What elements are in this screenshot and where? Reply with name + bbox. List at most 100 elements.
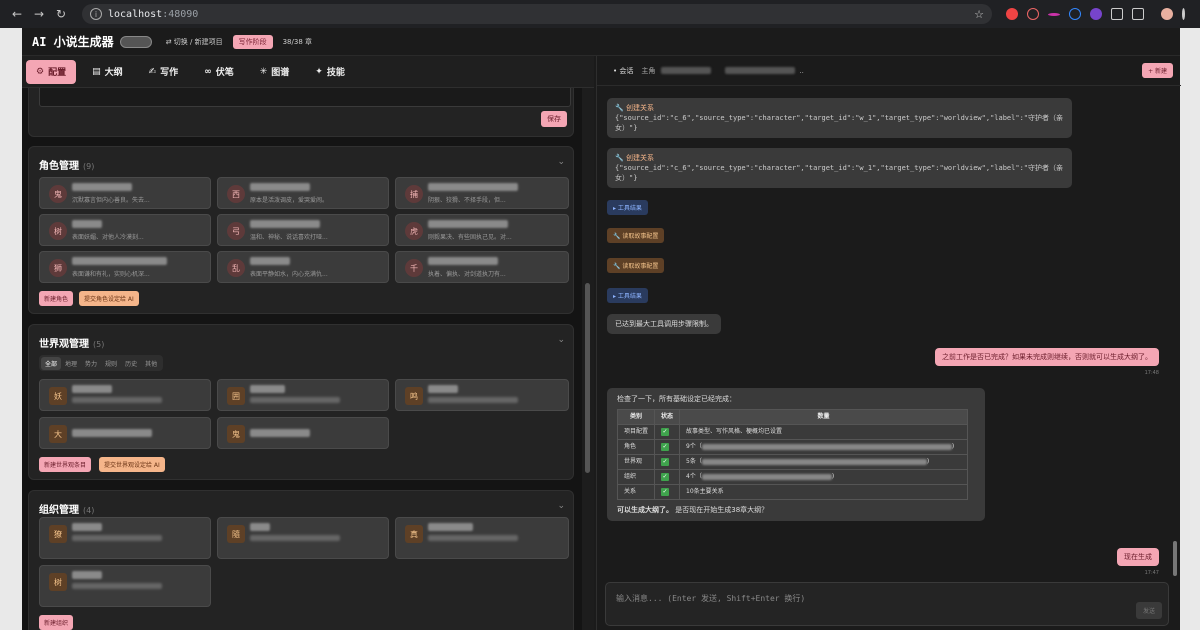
extension-icon[interactable] bbox=[1048, 12, 1060, 16]
chevron-down-icon[interactable]: ⌄ bbox=[557, 501, 565, 511]
worldview-card[interactable]: 妖 bbox=[39, 379, 211, 411]
character-desc: 沉默寡言但内心善良。失去... bbox=[72, 197, 150, 204]
table-cell: 世界观 bbox=[616, 454, 656, 470]
avatar: 鬼 bbox=[227, 425, 245, 443]
table-header: 状态 bbox=[654, 409, 681, 425]
tool-result-toggle[interactable]: ▸ 工具结果 bbox=[607, 288, 648, 303]
wrench-icon: 🔧 bbox=[615, 104, 626, 112]
character-card[interactable]: 树表面妖媚、对他人冷漠刻... bbox=[39, 214, 211, 246]
reload-icon[interactable]: ↻ bbox=[52, 5, 70, 23]
back-icon[interactable]: ← bbox=[8, 5, 26, 23]
table-cell: ✓ bbox=[654, 454, 681, 470]
chevron-down-icon[interactable]: ⌄ bbox=[557, 157, 565, 167]
message-input[interactable]: 输入消息... (Enter 发送, Shift+Enter 换行) 发送 bbox=[605, 582, 1169, 626]
save-button[interactable]: 保存 bbox=[541, 111, 567, 127]
tab-label: 技能 bbox=[326, 68, 345, 78]
table-row: 组织 ✓ 4个（) bbox=[616, 469, 969, 485]
worldview-card[interactable]: 鸣 bbox=[395, 379, 569, 411]
section-title: 组织管理 (4) bbox=[39, 501, 94, 516]
worldview-card[interactable]: 囲 bbox=[217, 379, 389, 411]
character-section: 角色管理 (9) ⌄ 鬼沉默寡言但内心善良。失去... 西原本是活泼调皮，爱哭爱闹… bbox=[28, 146, 574, 314]
filter-factions[interactable]: 势力 bbox=[81, 357, 101, 370]
new-organization-button[interactable]: 新建组织 bbox=[39, 615, 74, 630]
organization-card[interactable]: 獠 bbox=[39, 517, 211, 559]
new-character-button[interactable]: 新建角色 bbox=[39, 291, 74, 306]
tab-label: 大纲 bbox=[104, 68, 123, 78]
redacted-text bbox=[701, 443, 952, 450]
chevron-down-icon[interactable]: ⌄ bbox=[557, 335, 565, 345]
tab-outline[interactable]: ▤ 大纲 bbox=[82, 60, 133, 84]
site-info-icon[interactable]: i bbox=[90, 8, 102, 20]
new-conversation-button[interactable]: + 新建 bbox=[1142, 63, 1173, 78]
conversation-label[interactable]: • 会话 bbox=[613, 66, 633, 76]
character-card[interactable]: 虎刚毅果决、有些固执己见。对... bbox=[395, 214, 569, 246]
tool-call-message: 🔧 创建关系 {"source_id":"c_6","source_type":… bbox=[607, 98, 1072, 138]
filter-geography[interactable]: 地理 bbox=[61, 357, 81, 370]
filter-other[interactable]: 其他 bbox=[141, 357, 161, 370]
wrench-icon: 🔧 bbox=[615, 154, 626, 162]
tab-foreshadow[interactable]: ∞ 伏笔 bbox=[194, 60, 244, 84]
table-cell: 项目配置 bbox=[616, 424, 656, 440]
project-name-pill[interactable] bbox=[119, 35, 152, 48]
left-scroll-area: 保存 角色管理 (9) ⌄ 鬼沉默寡言但内心善良。失去... 西原本是活泼调皮，爱… bbox=[22, 88, 594, 630]
tool-result-toggle[interactable]: ▸ 工具结果 bbox=[607, 200, 648, 215]
organization-card[interactable]: 隨 bbox=[217, 517, 389, 559]
character-card[interactable]: 弓温和、神秘、说话喜欢打哑... bbox=[217, 214, 389, 246]
tab-graph[interactable]: ✳ 图谱 bbox=[250, 60, 300, 84]
address-bar[interactable]: i localhost:48090 ☆ bbox=[82, 4, 992, 24]
filter-all[interactable]: 全部 bbox=[41, 356, 62, 370]
organization-card[interactable]: 真 bbox=[395, 517, 569, 559]
tab-skills[interactable]: ✦ 技能 bbox=[305, 60, 355, 84]
avatar: 千 bbox=[405, 259, 423, 277]
scrollbar-thumb[interactable] bbox=[585, 283, 590, 473]
organization-card[interactable]: 树 bbox=[39, 565, 211, 607]
extension-icon[interactable] bbox=[1027, 8, 1039, 20]
chat-scrollbar[interactable] bbox=[1171, 86, 1179, 576]
config-textarea[interactable] bbox=[39, 88, 571, 107]
worldview-desc bbox=[250, 397, 340, 403]
conversation-subtitle: 主角 bbox=[641, 66, 656, 75]
tab-config[interactable]: ⚙ 配置 bbox=[26, 59, 77, 84]
worldview-name bbox=[250, 385, 285, 393]
gear-icon: ⚙ bbox=[36, 66, 45, 77]
table-row: 关系 ✓ 10条主要关系 bbox=[616, 484, 969, 500]
extension-icon[interactable] bbox=[1090, 8, 1102, 20]
worldview-card[interactable]: 大 bbox=[39, 417, 211, 449]
puzzle-icon[interactable] bbox=[1132, 8, 1144, 20]
submit-characters-button[interactable]: 提交角色设定给 AI bbox=[79, 291, 139, 306]
left-scrollbar[interactable] bbox=[582, 88, 594, 630]
character-card[interactable]: 狮表面谦和有礼，实则心机深... bbox=[39, 251, 211, 283]
extension-icon[interactable] bbox=[1111, 8, 1123, 20]
table-cell: ✓ bbox=[654, 469, 681, 485]
status-table: 类别 状态 数量 项目配置 ✓ 故事类型、写作风格、梗概均已设置 角色 ✓ 9个… bbox=[616, 409, 969, 500]
character-card[interactable]: 鬼沉默寡言但内心善良。失去... bbox=[39, 177, 211, 209]
forward-icon[interactable]: → bbox=[30, 5, 48, 23]
profile-avatar[interactable] bbox=[1161, 8, 1173, 20]
worldview-card[interactable]: 鬼 bbox=[217, 417, 389, 449]
menu-dots-icon[interactable] bbox=[1182, 8, 1185, 20]
bookmark-star-icon[interactable]: ☆ bbox=[974, 8, 984, 21]
tool-call-label: 读取故事配置 bbox=[622, 233, 659, 240]
organization-name bbox=[72, 523, 102, 531]
extension-icon[interactable] bbox=[1069, 8, 1081, 20]
filter-rules[interactable]: 规则 bbox=[101, 357, 121, 370]
tab-writing[interactable]: ✍ 写作 bbox=[139, 60, 189, 84]
character-name bbox=[72, 257, 167, 265]
outline-icon: ▤ bbox=[92, 66, 101, 77]
extension-icon[interactable] bbox=[1006, 8, 1018, 20]
character-card[interactable]: 西原本是活泼调皮，爱哭爱闹。 bbox=[217, 177, 389, 209]
send-button[interactable]: 发送 bbox=[1135, 602, 1162, 619]
character-card[interactable]: 乱表面平静如水，内心充满仇... bbox=[217, 251, 389, 283]
character-card[interactable]: 捕阴狠、狡猾、不择手段，但... bbox=[395, 177, 569, 209]
filter-history[interactable]: 历史 bbox=[121, 357, 141, 370]
switch-project-link[interactable]: ⇄ 切换 / 新建项目 bbox=[166, 37, 223, 47]
scrollbar-thumb[interactable] bbox=[1173, 541, 1177, 576]
quantity-text: 9个（ bbox=[686, 443, 702, 450]
avatar: 囲 bbox=[227, 387, 245, 405]
config-card: 保存 bbox=[28, 88, 574, 137]
character-card[interactable]: 千执着、偏执、对剑道执刀有... bbox=[395, 251, 569, 283]
tool-call-label: 读取故事配置 bbox=[622, 263, 659, 270]
submit-worldview-button[interactable]: 提交世界观设定给 AI bbox=[99, 457, 165, 472]
new-worldview-button[interactable]: 新建世界观条目 bbox=[39, 457, 92, 472]
worldview-desc bbox=[428, 397, 518, 403]
